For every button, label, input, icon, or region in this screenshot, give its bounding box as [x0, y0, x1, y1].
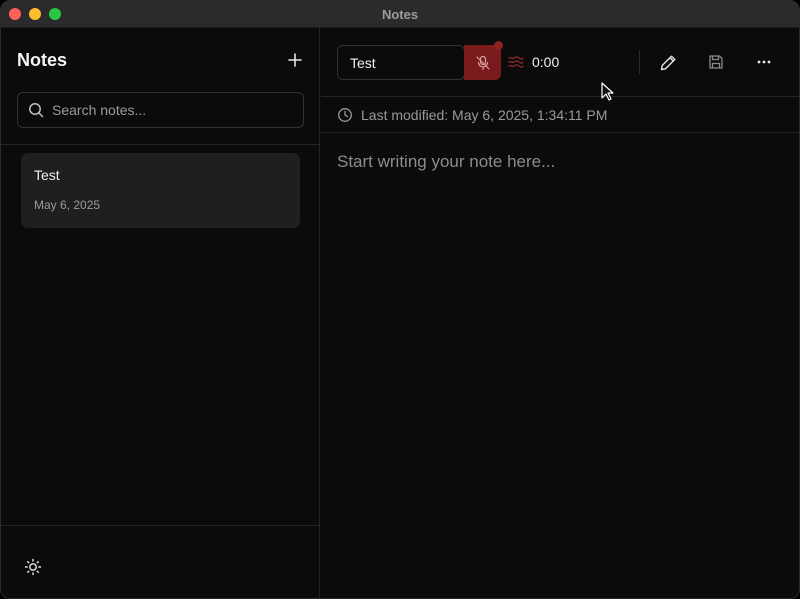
- header-divider: [321, 132, 799, 133]
- sun-icon: [24, 558, 42, 576]
- save-button[interactable]: [707, 53, 725, 71]
- search-icon: [29, 103, 44, 118]
- save-icon: [709, 55, 723, 69]
- last-modified-text: Last modified: May 6, 2025, 1:34:11 PM: [361, 107, 608, 123]
- theme-toggle-button[interactable]: [24, 558, 42, 576]
- last-modified: Last modified: May 6, 2025, 1:34:11 PM: [337, 107, 607, 123]
- sidebar-header: Notes: [17, 50, 305, 70]
- note-title-input[interactable]: [337, 45, 465, 80]
- edit-button[interactable]: [659, 53, 677, 71]
- more-horizontal-icon: [757, 60, 771, 64]
- close-window-button[interactable]: [9, 8, 21, 20]
- pencil-icon: [660, 55, 675, 70]
- clock-icon: [338, 108, 352, 122]
- note-list-item[interactable]: Test May 6, 2025: [21, 153, 300, 228]
- record-button[interactable]: [464, 45, 501, 80]
- minimize-window-button[interactable]: [29, 8, 41, 20]
- sidebar: Notes Test May 6, 2025: [1, 28, 320, 598]
- note-item-title: Test: [34, 167, 60, 183]
- maximize-window-button[interactable]: [49, 8, 61, 20]
- waveform-icon: [508, 56, 524, 68]
- note-item-date: May 6, 2025: [34, 198, 101, 212]
- sidebar-footer-divider: [1, 525, 320, 526]
- more-options-button[interactable]: [755, 53, 773, 71]
- sidebar-divider: [1, 144, 320, 145]
- recording-indicator: [494, 41, 503, 50]
- note-body-editor[interactable]: [337, 152, 787, 582]
- window-title: Notes: [381, 6, 419, 22]
- mic-off-icon: [475, 55, 490, 70]
- app-window: Notes Notes Test May 6, 2025: [0, 0, 800, 599]
- mouse-cursor-icon: [601, 82, 614, 101]
- search-input[interactable]: [52, 102, 292, 118]
- add-note-button[interactable]: [285, 50, 305, 70]
- search-box[interactable]: [17, 92, 304, 128]
- title-bar[interactable]: Notes: [1, 1, 799, 28]
- recording-timer: 0:00: [532, 54, 560, 70]
- toolbar-divider: [321, 96, 799, 97]
- toolbar-separator: [639, 50, 640, 74]
- sidebar-title: Notes: [17, 49, 68, 70]
- plus-icon: [288, 53, 302, 67]
- editor-panel: 0:00 Las: [321, 28, 799, 598]
- window-controls: [9, 8, 61, 20]
